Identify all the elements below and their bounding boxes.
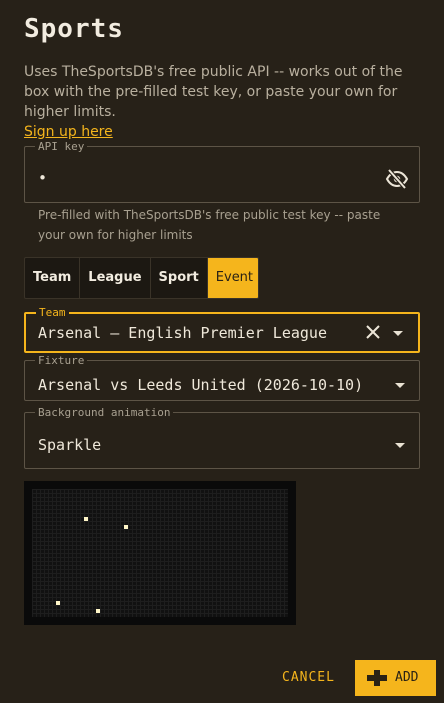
team-legend: Team [39,306,66,319]
tab-sport[interactable]: Sport [151,258,208,298]
team-value: Arsenal — English Premier League [38,324,327,342]
background-animation-legend: Background animation [38,406,171,419]
description-text: Uses TheSportsDB's free public API -- wo… [24,64,403,120]
sparkle [124,525,128,529]
cancel-button[interactable]: CANCEL [282,666,335,690]
animation-preview [24,481,296,625]
fixture-value: Arsenal vs Leeds United (2026-10-10) [38,376,364,394]
sparkle [96,609,100,613]
chevron-down-icon[interactable] [393,331,403,336]
tab-event[interactable]: Event [207,258,258,298]
signup-link[interactable]: Sign up here [24,122,113,142]
mode-tabs: Team League Sport Event [24,257,259,299]
team-select[interactable]: Team Arsenal — English Premier League [24,306,420,353]
add-button[interactable]: ADD [355,660,436,696]
tab-league[interactable]: League [80,258,151,298]
sparkle [56,601,60,605]
preview-grid [32,489,288,617]
add-button-label: ADD [395,670,419,685]
api-key-legend: API key [38,140,85,153]
tab-team[interactable]: Team [25,258,81,298]
api-key-input[interactable]: • [38,169,47,187]
chevron-down-icon[interactable] [395,383,405,388]
description: Uses TheSportsDB's free public API -- wo… [24,62,424,142]
background-animation-value: Sparkle [38,436,102,454]
chevron-down-icon[interactable] [395,443,405,448]
api-key-field[interactable]: API key • [24,140,420,203]
eye-off-icon[interactable] [385,167,409,191]
api-key-hint: Pre-filled with TheSportsDB's free publi… [38,208,381,242]
background-animation-select[interactable]: Background animation Sparkle [24,406,420,469]
dialog-title: Sports [24,14,124,44]
fixture-select[interactable]: Fixture Arsenal vs Leeds United (2026-10… [24,354,420,401]
plus-icon [367,670,387,686]
sparkle [84,517,88,521]
fixture-legend: Fixture [38,354,85,367]
clear-icon[interactable] [366,325,380,339]
